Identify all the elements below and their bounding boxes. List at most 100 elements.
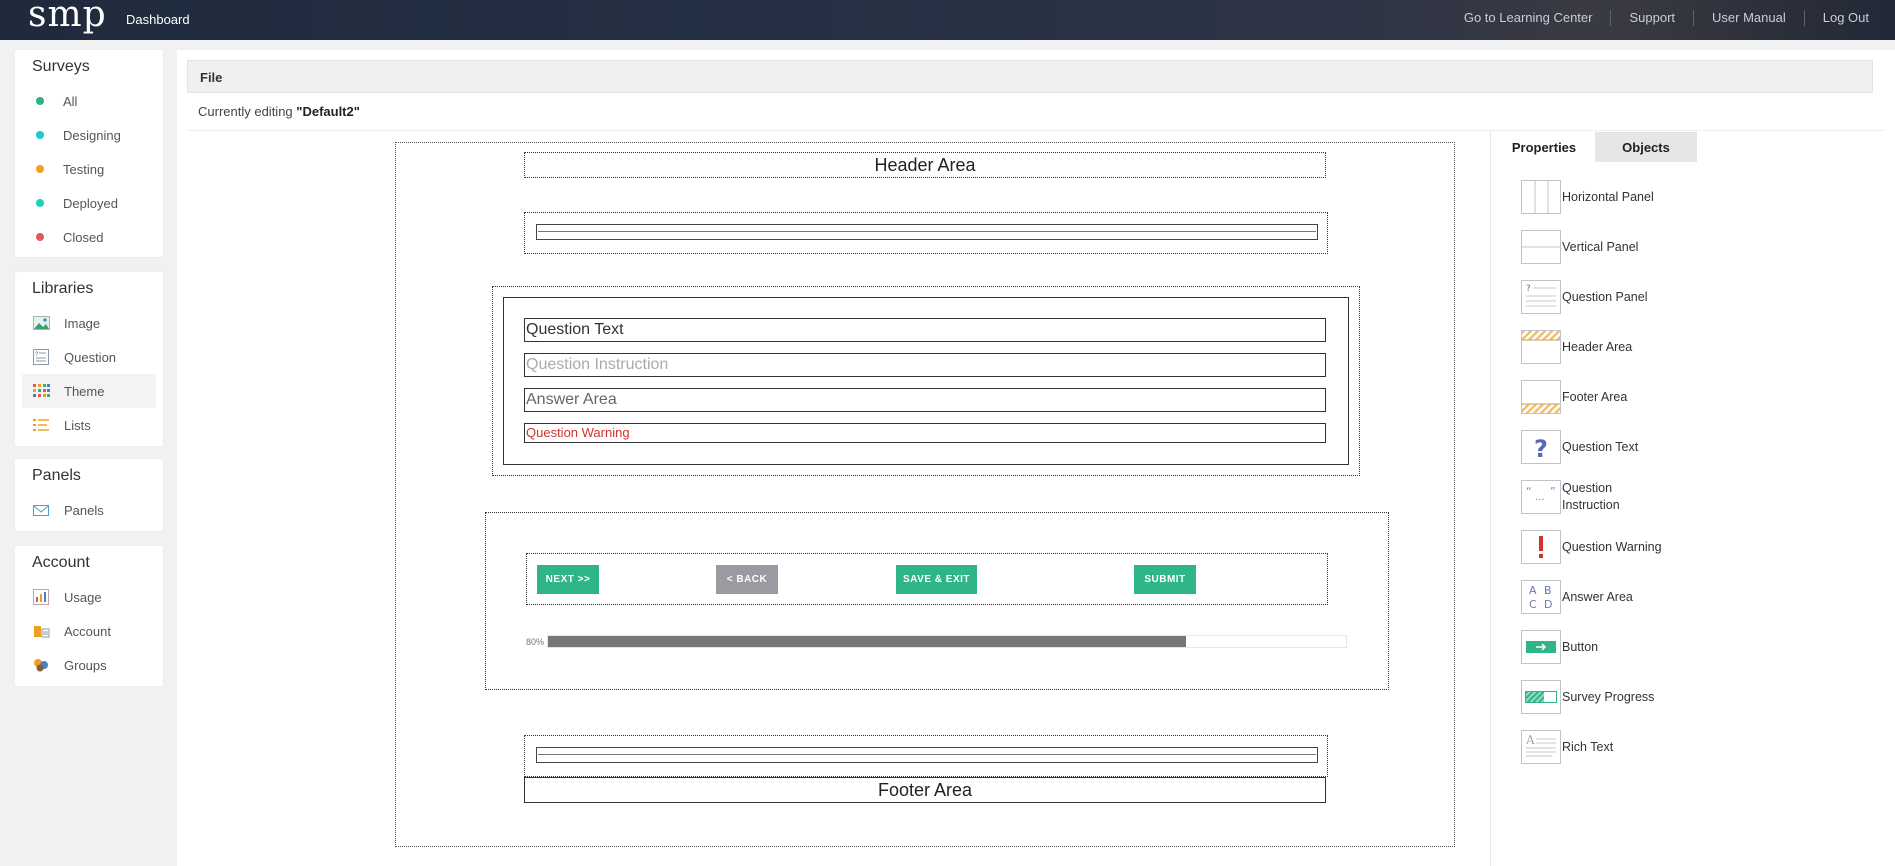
svg-text:A: A — [1525, 733, 1535, 747]
panels-item[interactable]: Panels — [15, 493, 163, 527]
svg-text:?: ? — [1534, 435, 1548, 463]
survey-filter-label: Testing — [63, 161, 105, 177]
horizontal-panel-icon — [1521, 180, 1561, 214]
footer-panel[interactable] — [524, 735, 1328, 777]
account-title: Account — [32, 554, 90, 571]
question-warning[interactable]: Question Warning — [524, 423, 1326, 443]
exclamation-icon — [1521, 530, 1561, 564]
account-label: Account — [64, 623, 111, 639]
account-groups[interactable]: Groups — [15, 648, 163, 682]
object-label: Answer Area — [1562, 589, 1633, 604]
next-button[interactable]: NEXT >> — [537, 565, 599, 594]
survey-filter-all[interactable]: All — [15, 84, 163, 118]
libraries-card: Libraries Image ? Question Theme Lists — [15, 272, 163, 446]
object-survey-progress[interactable]: Survey Progress — [1493, 672, 1697, 722]
object-header-area[interactable]: Header Area — [1493, 322, 1697, 372]
surveys-title: Surveys — [32, 58, 90, 75]
footer-panel-divider — [538, 754, 1316, 755]
object-label: Horizontal Panel — [1562, 189, 1654, 204]
usage-chart-icon — [33, 589, 50, 605]
rich-text-icon: A — [1521, 730, 1561, 764]
vertical-panel-icon — [1521, 230, 1561, 264]
question-instruction[interactable]: Question Instruction — [524, 353, 1326, 377]
library-lists[interactable]: Lists — [15, 408, 163, 442]
object-label: Question Instruction — [1562, 481, 1620, 512]
survey-filter-deployed[interactable]: Deployed — [15, 186, 163, 220]
survey-filter-closed[interactable]: Closed — [15, 220, 163, 254]
object-label: Question Warning — [1562, 539, 1662, 554]
object-rich-text[interactable]: A Rich Text — [1493, 722, 1697, 772]
object-question-text[interactable]: ? Question Text — [1493, 422, 1697, 472]
object-question-panel[interactable]: ? Question Panel — [1493, 272, 1697, 322]
header-area[interactable]: Header Area — [524, 152, 1326, 178]
question-panel-outer[interactable]: Question Text Question Instruction Answe… — [492, 286, 1360, 476]
right-panel: Properties Objects Horizontal Panel Vert… — [1490, 130, 1895, 866]
user-manual-link[interactable]: User Manual — [1693, 10, 1804, 26]
save-exit-button[interactable]: SAVE & EXIT — [896, 565, 977, 594]
survey-filter-designing[interactable]: Designing — [15, 118, 163, 152]
object-horizontal-panel[interactable]: Horizontal Panel — [1493, 172, 1697, 222]
learning-center-link[interactable]: Go to Learning Center — [1446, 10, 1611, 26]
survey-filter-testing[interactable]: Testing — [15, 152, 163, 186]
object-answer-area[interactable]: ABCD Answer Area — [1493, 572, 1697, 622]
object-vertical-panel[interactable]: Vertical Panel — [1493, 222, 1697, 272]
design-canvas[interactable]: Header Area Question Text Question Instr… — [395, 142, 1455, 847]
progress-fill — [548, 636, 1186, 647]
survey-progress-bar[interactable] — [547, 635, 1347, 648]
svg-text:...: ... — [1535, 492, 1545, 503]
object-button[interactable]: Button — [1493, 622, 1697, 672]
svg-text:?: ? — [1526, 284, 1531, 294]
footer-panel-inner[interactable] — [536, 747, 1318, 763]
dashboard-link[interactable]: Dashboard — [126, 12, 190, 27]
object-footer-area[interactable]: Footer Area — [1493, 372, 1697, 422]
top-links: Go to Learning Center Support User Manua… — [1446, 10, 1869, 26]
account-usage[interactable]: Usage — [15, 580, 163, 614]
object-label: Vertical Panel — [1562, 239, 1639, 254]
file-menu[interactable]: File — [187, 60, 1873, 93]
object-question-instruction[interactable]: “... ” Question Instruction — [1493, 472, 1697, 522]
logo[interactable]: smp — [28, 0, 107, 35]
library-label: Lists — [64, 417, 91, 433]
library-label: Image — [64, 315, 101, 331]
library-image[interactable]: Image — [15, 306, 163, 340]
account-label: Groups — [64, 657, 107, 673]
button-row[interactable]: NEXT >> < BACK SAVE & EXIT SUBMIT — [526, 553, 1328, 605]
status-dot-icon — [36, 97, 44, 105]
editing-status: Currently editing "Default2" — [198, 104, 360, 119]
support-link[interactable]: Support — [1610, 10, 1693, 26]
tab-properties[interactable]: Properties — [1493, 132, 1595, 162]
answer-area[interactable]: Answer Area — [524, 388, 1326, 412]
back-button[interactable]: < BACK — [716, 565, 778, 594]
object-label: Header Area — [1562, 339, 1633, 354]
svg-text:B: B — [1544, 584, 1552, 597]
question-panel[interactable]: Question Text Question Instruction Answe… — [503, 297, 1349, 465]
header-panel[interactable] — [524, 212, 1328, 254]
survey-filter-label: Closed — [63, 229, 104, 245]
panel-tabs: Properties Objects — [1493, 132, 1697, 162]
account-account[interactable]: Account — [15, 614, 163, 648]
object-label: Button — [1562, 639, 1599, 654]
status-dot-icon — [36, 131, 44, 139]
object-label: Question Panel — [1562, 289, 1648, 304]
tab-objects[interactable]: Objects — [1595, 132, 1697, 162]
library-theme[interactable]: Theme — [22, 374, 156, 408]
svg-text:“: “ — [1526, 485, 1532, 498]
library-question[interactable]: ? Question — [15, 340, 163, 374]
question-text[interactable]: Question Text — [524, 318, 1326, 342]
right-panel-border — [1490, 130, 1491, 866]
quote-icon: “... ” — [1521, 480, 1561, 514]
top-bar: smp Dashboard Go to Learning Center Supp… — [0, 0, 1895, 40]
panels-card: Panels Panels — [15, 459, 163, 531]
object-question-warning[interactable]: Question Warning — [1493, 522, 1697, 572]
footer-area-icon — [1521, 380, 1561, 414]
account-label: Usage — [64, 589, 102, 605]
navigation-panel[interactable]: NEXT >> < BACK SAVE & EXIT SUBMIT 80% — [485, 512, 1389, 690]
submit-button[interactable]: SUBMIT — [1134, 565, 1196, 594]
footer-area-label: Footer Area — [877, 780, 973, 800]
editing-survey-name: "Default2" — [296, 104, 360, 119]
logout-link[interactable]: Log Out — [1803, 10, 1869, 26]
header-panel-inner[interactable] — [536, 224, 1318, 240]
surveys-card: Surveys All Designing Testing Deployed C… — [15, 50, 163, 257]
library-label: Theme — [64, 383, 105, 399]
footer-area[interactable]: Footer Area — [524, 777, 1326, 803]
